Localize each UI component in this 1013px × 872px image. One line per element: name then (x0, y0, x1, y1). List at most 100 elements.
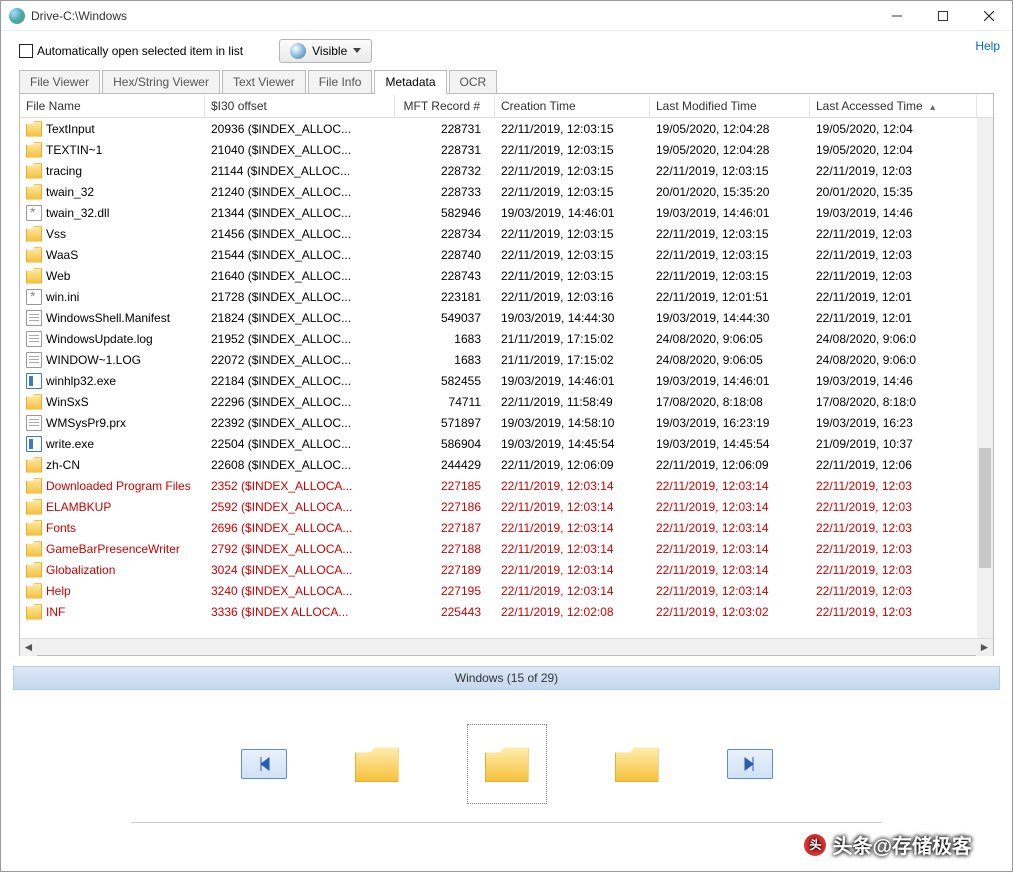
table-row[interactable]: WMSysPr9.prx22392 ($INDEX_ALLOC...571897… (20, 412, 993, 433)
file-name: Globalization (46, 563, 115, 577)
file-icon (26, 310, 42, 326)
table-row[interactable]: GameBarPresenceWriter2792 ($INDEX_ALLOCA… (20, 538, 993, 559)
file-name: INF (46, 605, 65, 619)
thumbnail-item-selected[interactable] (467, 724, 547, 804)
prev-page-button[interactable] (241, 749, 287, 779)
folder-icon (26, 457, 42, 473)
table-row[interactable]: WindowsShell.Manifest21824 ($INDEX_ALLOC… (20, 307, 993, 328)
i30-offset: 21640 ($INDEX_ALLOC... (205, 269, 395, 283)
tabstrip: File ViewerHex/String ViewerText ViewerF… (1, 69, 1012, 93)
watermark-text: 头条@存储极客 (832, 830, 972, 859)
modified-time: 22/11/2019, 12:03:14 (650, 584, 810, 598)
grid-body[interactable]: TextInput20936 ($INDEX_ALLOC...22873122/… (20, 118, 993, 638)
accessed-time: 22/11/2019, 12:06 (810, 458, 977, 472)
modified-time: 22/11/2019, 12:03:14 (650, 500, 810, 514)
table-row[interactable]: Vss21456 ($INDEX_ALLOC...22873422/11/201… (20, 223, 993, 244)
thumbnail-strip (1, 724, 1012, 804)
close-button[interactable] (966, 1, 1012, 30)
table-row[interactable]: winhlp32.exe22184 ($INDEX_ALLOC...582455… (20, 370, 993, 391)
modified-time: 19/03/2019, 14:46:01 (650, 206, 810, 220)
gear-icon (26, 289, 42, 305)
modified-time: 22/11/2019, 12:01:51 (650, 290, 810, 304)
table-row[interactable]: tracing21144 ($INDEX_ALLOC...22873222/11… (20, 160, 993, 181)
i30-offset: 21728 ($INDEX_ALLOC... (205, 290, 395, 304)
next-page-button[interactable] (727, 749, 773, 779)
table-row[interactable]: TEXTIN~121040 ($INDEX_ALLOC...22873122/1… (20, 139, 993, 160)
horizontal-scrollbar[interactable]: ◄ ► (20, 638, 993, 655)
col-accessed-time[interactable]: Last Accessed Time ▴ (810, 95, 977, 117)
i30-offset: 21824 ($INDEX_ALLOC... (205, 311, 395, 325)
tab-text-viewer[interactable]: Text Viewer (222, 70, 306, 94)
accessed-time: 22/11/2019, 12:03 (810, 479, 977, 493)
folder-icon (615, 746, 659, 782)
col-accessed-label: Last Accessed Time (816, 99, 923, 113)
table-row[interactable]: Help3240 ($INDEX_ALLOCA...22719522/11/20… (20, 580, 993, 601)
table-row[interactable]: TextInput20936 ($INDEX_ALLOC...22873122/… (20, 118, 993, 139)
mft-record: 223181 (395, 290, 495, 304)
table-row[interactable]: INF3336 ($INDEX ALLOCA...22544322/11/201… (20, 601, 993, 622)
tab-file-info[interactable]: File Info (308, 70, 373, 94)
mft-record: 227188 (395, 542, 495, 556)
thumbnail-item[interactable] (337, 724, 417, 804)
visible-dropdown[interactable]: Visible (279, 39, 372, 63)
creation-time: 22/11/2019, 12:03:14 (495, 479, 650, 493)
maximize-button[interactable] (920, 1, 966, 30)
accessed-time: 19/03/2019, 14:46 (810, 374, 977, 388)
table-row[interactable]: win.ini21728 ($INDEX_ALLOC...22318122/11… (20, 286, 993, 307)
status-bar: Windows (15 of 29) (13, 666, 1000, 690)
table-row[interactable]: twain_3221240 ($INDEX_ALLOC...22873322/1… (20, 181, 993, 202)
i30-offset: 21952 ($INDEX_ALLOC... (205, 332, 395, 346)
folder-icon (485, 746, 529, 782)
col-modified-time[interactable]: Last Modified Time (650, 95, 810, 117)
scroll-right-icon[interactable]: ► (976, 639, 993, 656)
table-row[interactable]: zh-CN22608 ($INDEX_ALLOC...24442922/11/2… (20, 454, 993, 475)
creation-time: 22/11/2019, 12:03:15 (495, 164, 650, 178)
auto-open-checkbox[interactable]: Automatically open selected item in list (19, 44, 243, 58)
thumbnail-item[interactable] (597, 724, 677, 804)
mft-record: 571897 (395, 416, 495, 430)
mft-record: 1683 (395, 332, 495, 346)
vertical-scrollbar[interactable] (977, 118, 993, 638)
col-i30-offset[interactable]: $I30 offset (205, 95, 395, 117)
file-name: Vss (46, 227, 66, 241)
col-creation-time[interactable]: Creation Time (495, 95, 650, 117)
table-row[interactable]: Downloaded Program Files2352 ($INDEX_ALL… (20, 475, 993, 496)
tab-ocr[interactable]: OCR (449, 70, 498, 94)
scroll-left-icon[interactable]: ◄ (20, 639, 37, 656)
mft-record: 228740 (395, 248, 495, 262)
table-row[interactable]: WaaS21544 ($INDEX_ALLOC...22874022/11/20… (20, 244, 993, 265)
folder-icon (26, 247, 42, 263)
table-row[interactable]: write.exe22504 ($INDEX_ALLOC...58690419/… (20, 433, 993, 454)
accessed-time: 17/08/2020, 8:18:0 (810, 395, 977, 409)
folder-icon (26, 268, 42, 284)
table-row[interactable]: ELAMBKUP2592 ($INDEX_ALLOCA...22718622/1… (20, 496, 993, 517)
folder-icon (26, 121, 42, 137)
col-mft-record[interactable]: MFT Record # (395, 95, 495, 117)
mft-record: 227187 (395, 521, 495, 535)
folder-icon (26, 163, 42, 179)
titlebar: Drive-C:\Windows (1, 1, 1012, 31)
scrollbar-thumb[interactable] (979, 448, 991, 568)
accessed-time: 19/05/2020, 12:04 (810, 143, 977, 157)
creation-time: 22/11/2019, 12:03:15 (495, 185, 650, 199)
table-row[interactable]: WinSxS22296 ($INDEX_ALLOC...7471122/11/2… (20, 391, 993, 412)
tab-hex-string-viewer[interactable]: Hex/String Viewer (102, 70, 220, 94)
table-row[interactable]: twain_32.dll21344 ($INDEX_ALLOC...582946… (20, 202, 993, 223)
table-row[interactable]: WindowsUpdate.log21952 ($INDEX_ALLOC...1… (20, 328, 993, 349)
file-name: WaaS (46, 248, 78, 262)
col-filename[interactable]: File Name (20, 95, 205, 117)
tab-metadata[interactable]: Metadata (374, 70, 446, 94)
file-name: tracing (46, 164, 82, 178)
i30-offset: 21344 ($INDEX_ALLOC... (205, 206, 395, 220)
table-row[interactable]: WINDOW~1.LOG22072 ($INDEX_ALLOC...168321… (20, 349, 993, 370)
table-row[interactable]: Globalization3024 ($INDEX_ALLOCA...22718… (20, 559, 993, 580)
mft-record: 225443 (395, 605, 495, 619)
help-link[interactable]: Help (975, 39, 1000, 53)
i30-offset: 2792 ($INDEX_ALLOCA... (205, 542, 395, 556)
table-row[interactable]: Web21640 ($INDEX_ALLOC...22874322/11/201… (20, 265, 993, 286)
minimize-button[interactable] (874, 1, 920, 30)
accessed-time: 20/01/2020, 15:35 (810, 185, 977, 199)
tab-file-viewer[interactable]: File Viewer (19, 70, 100, 94)
table-row[interactable]: Fonts2696 ($INDEX_ALLOCA...22718722/11/2… (20, 517, 993, 538)
mft-record: 227185 (395, 479, 495, 493)
